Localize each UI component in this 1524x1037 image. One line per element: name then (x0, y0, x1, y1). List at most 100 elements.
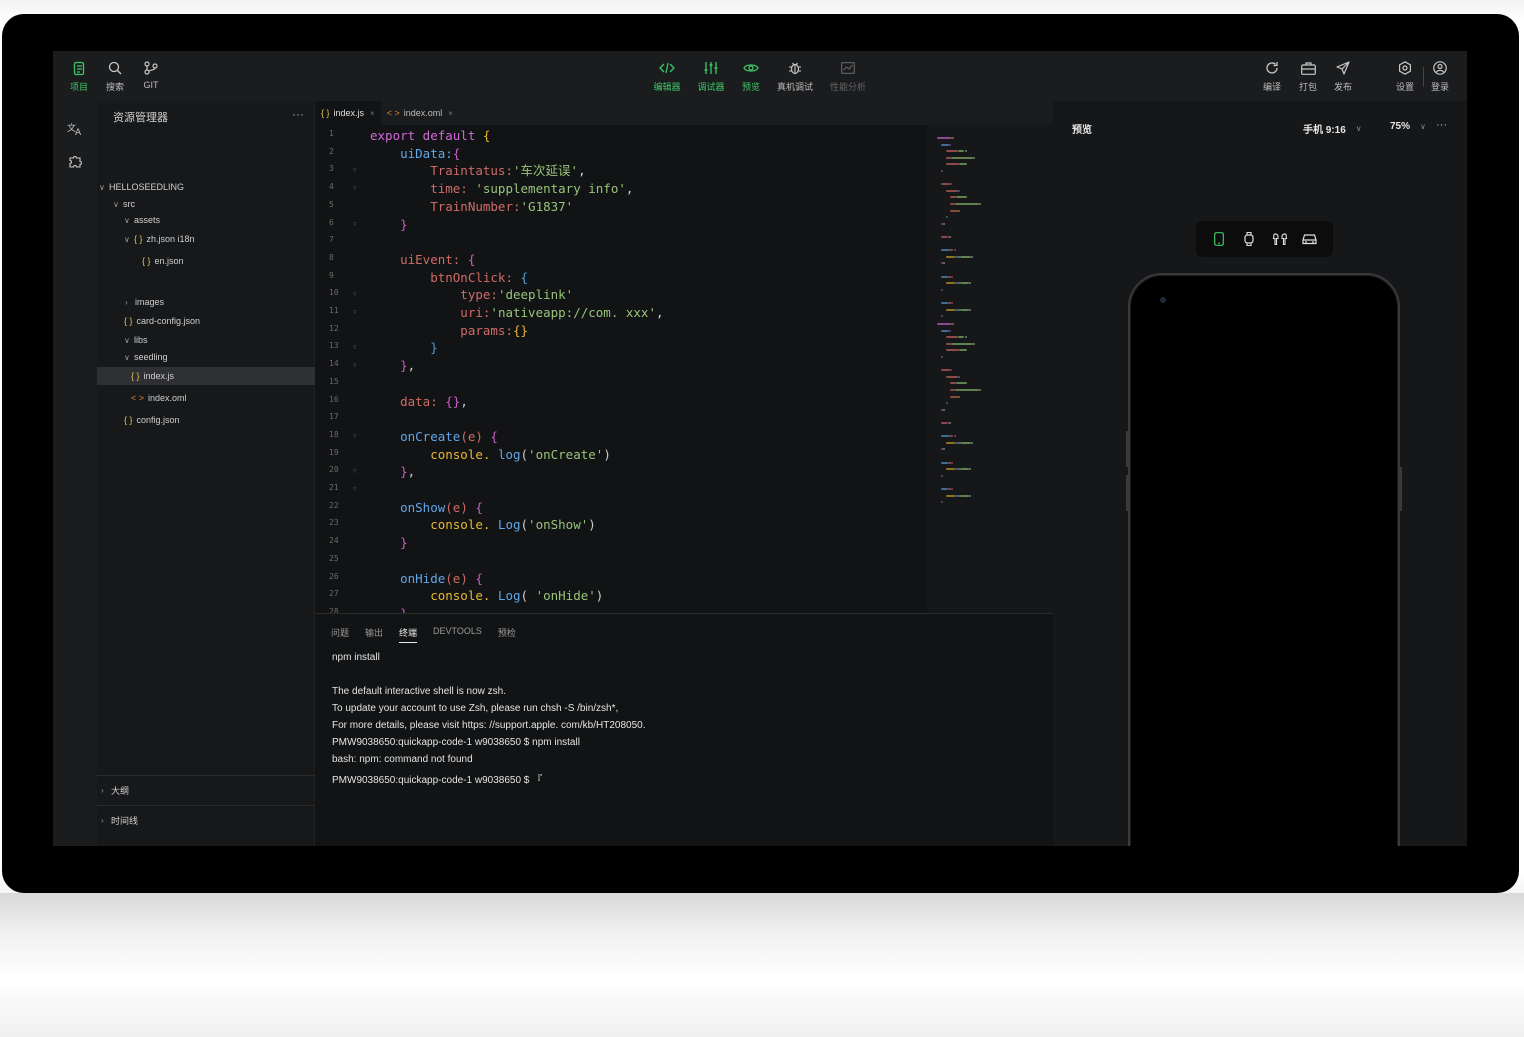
minimap-line (959, 494, 969, 497)
minimap-line (945, 308, 955, 311)
toolbar-git-button[interactable]: GIT (141, 59, 161, 95)
toolbar-compile-button[interactable]: 编译 (1262, 59, 1282, 95)
line-number: 19 (329, 447, 339, 457)
minimap-line (945, 336, 958, 339)
toolbar-label: 打包 (1298, 82, 1317, 92)
tree-item-libs[interactable]: ∨ libs (97, 331, 315, 349)
tree-item-images[interactable]: › images (97, 293, 315, 311)
toolbar-package-button[interactable]: 打包 (1298, 59, 1318, 95)
fold-marker-icon[interactable]: ▿ (353, 432, 357, 440)
toolbar-publish-button[interactable]: 发布 (1333, 59, 1353, 95)
bottom-panel: 问题 输出 终端 DEVTOOLS 预检 npm install The def… (315, 613, 1053, 846)
tab-terminal[interactable]: 终端 (399, 626, 418, 643)
fold-marker-icon[interactable]: ▿ (353, 361, 357, 369)
minimap-line (945, 189, 958, 192)
minimap-line (955, 382, 967, 385)
tab-precheck[interactable]: 预检 (498, 626, 516, 643)
tree-item-label: config.json (136, 415, 180, 425)
toolbar-login-button[interactable]: 登录 (1430, 59, 1450, 95)
toolbar-settings-button[interactable]: 设置 (1395, 59, 1415, 95)
tree-item-seedling[interactable]: ∨ seedling (97, 348, 315, 366)
toolbar-debugger-button[interactable]: 调试器 (697, 59, 725, 95)
tree-item-helloseedling[interactable]: ∨ HELLOSEEDLING (97, 178, 315, 196)
tree-item-en-json[interactable]: { } en.json (97, 252, 315, 270)
minimap-line (949, 329, 952, 332)
tree-item-index-js[interactable]: { } index.js (97, 367, 315, 385)
markup-file-icon: < > (131, 393, 145, 403)
toolbar-performance-button[interactable]: 性能分析 (830, 59, 866, 95)
minimap-line (950, 249, 954, 252)
toolbar-editor-button[interactable]: 编辑器 (653, 59, 681, 95)
minimap-line (951, 342, 974, 345)
fold-marker-icon[interactable]: ▿ (353, 467, 357, 475)
device-select[interactable]: 手机 9:16 ∨ (1303, 121, 1362, 136)
explorer-more-button[interactable]: ··· (292, 107, 304, 121)
minimap-line (973, 156, 976, 159)
fold-marker-icon[interactable]: ▿ (353, 485, 357, 493)
fold-marker-icon[interactable]: ▿ (353, 220, 357, 228)
code-token: console. (370, 517, 498, 533)
fold-marker-icon[interactable]: ▿ (353, 290, 357, 298)
minimap-line (950, 196, 956, 199)
toolbar-search-button[interactable]: 搜索 (105, 59, 125, 95)
minimap-line (951, 488, 954, 490)
outline-section[interactable]: › 大纲 (97, 775, 315, 805)
code-token: , (460, 393, 468, 409)
code-line: Traintatus:'车次延误', (370, 162, 585, 180)
send-icon (1336, 59, 1350, 77)
code-line: }, (370, 357, 415, 375)
minimap-line (973, 342, 976, 345)
code-token: onHide (370, 570, 446, 586)
translate-icon[interactable]: 文A (65, 119, 85, 139)
minimap-line (951, 275, 954, 278)
tab-output[interactable]: 输出 (365, 626, 383, 643)
code-line: console. Log('onShow') (370, 516, 596, 534)
tree-item-zh-json[interactable]: ∨ { } zh.json i18n (97, 230, 315, 248)
tree-item-label: HELLOSEEDLING (109, 182, 185, 192)
tree-item-label: card-config.json (136, 316, 201, 326)
code-token: } (370, 340, 438, 356)
zoom-select[interactable]: 75% ∨ (1390, 121, 1426, 132)
plugin-icon[interactable] (65, 151, 85, 171)
code-token: console. (370, 588, 498, 604)
code-token: params: (370, 322, 513, 338)
tab-devtools[interactable]: DEVTOOLS (433, 626, 482, 643)
preview-more-button[interactable]: ··· (1436, 119, 1447, 131)
code-line: uiEvent: { (370, 251, 475, 269)
phone-simulator[interactable] (1128, 273, 1400, 846)
toolbar-preview-button[interactable]: 预览 (741, 59, 761, 95)
minimap-line (945, 402, 948, 405)
earbuds-icon[interactable] (1271, 230, 1289, 248)
camera-dot (1160, 297, 1166, 303)
tab-index-js[interactable]: { } index.js × (315, 101, 381, 125)
minimap-line (959, 441, 971, 444)
tree-item-assets[interactable]: ∨ assets (97, 211, 315, 229)
phone-side-button (1126, 431, 1129, 467)
tree-item-label: index.oml (148, 393, 187, 403)
tree-item-index-oml[interactable]: < > index.oml (97, 389, 315, 407)
terminal-line: PMW9038650:quickapp-code-1 w9038650 $ np… (332, 737, 580, 748)
minimap[interactable] (927, 125, 1053, 663)
close-icon[interactable]: × (370, 109, 375, 118)
device-type-bar (1196, 221, 1333, 257)
close-icon[interactable]: × (448, 109, 453, 118)
line-number: 18 (329, 429, 339, 439)
fold-marker-icon[interactable]: ▿ (353, 308, 357, 316)
toolbar-device-debug-button[interactable]: 真机调试 (777, 59, 813, 95)
watch-icon[interactable] (1240, 230, 1258, 248)
tab-problems[interactable]: 问题 (331, 626, 349, 643)
tab-index-oml[interactable]: < > index.oml × (381, 101, 459, 125)
timeline-section[interactable]: › 时间线 (97, 805, 315, 835)
car-icon[interactable] (1301, 230, 1319, 248)
terminal-prompt[interactable]: PMW9038650:quickapp-code-1 w9038650 $ 『 (332, 771, 542, 786)
phone-icon[interactable] (1210, 230, 1228, 248)
toolbar-project-button[interactable]: 项目 (69, 59, 89, 95)
fold-marker-icon[interactable]: ▿ (353, 343, 357, 351)
code-token: , (625, 181, 634, 197)
fold-marker-icon[interactable]: ▿ (353, 184, 357, 192)
tree-item-card-config-json[interactable]: { } card-config.json (97, 312, 315, 330)
fold-marker-icon[interactable]: ▿ (353, 166, 357, 174)
tree-item-config-json[interactable]: { } config.json (97, 411, 315, 429)
chart-icon (841, 59, 855, 77)
code-area[interactable]: export default { uiData:{ Traintatus:'车次… (370, 125, 910, 663)
